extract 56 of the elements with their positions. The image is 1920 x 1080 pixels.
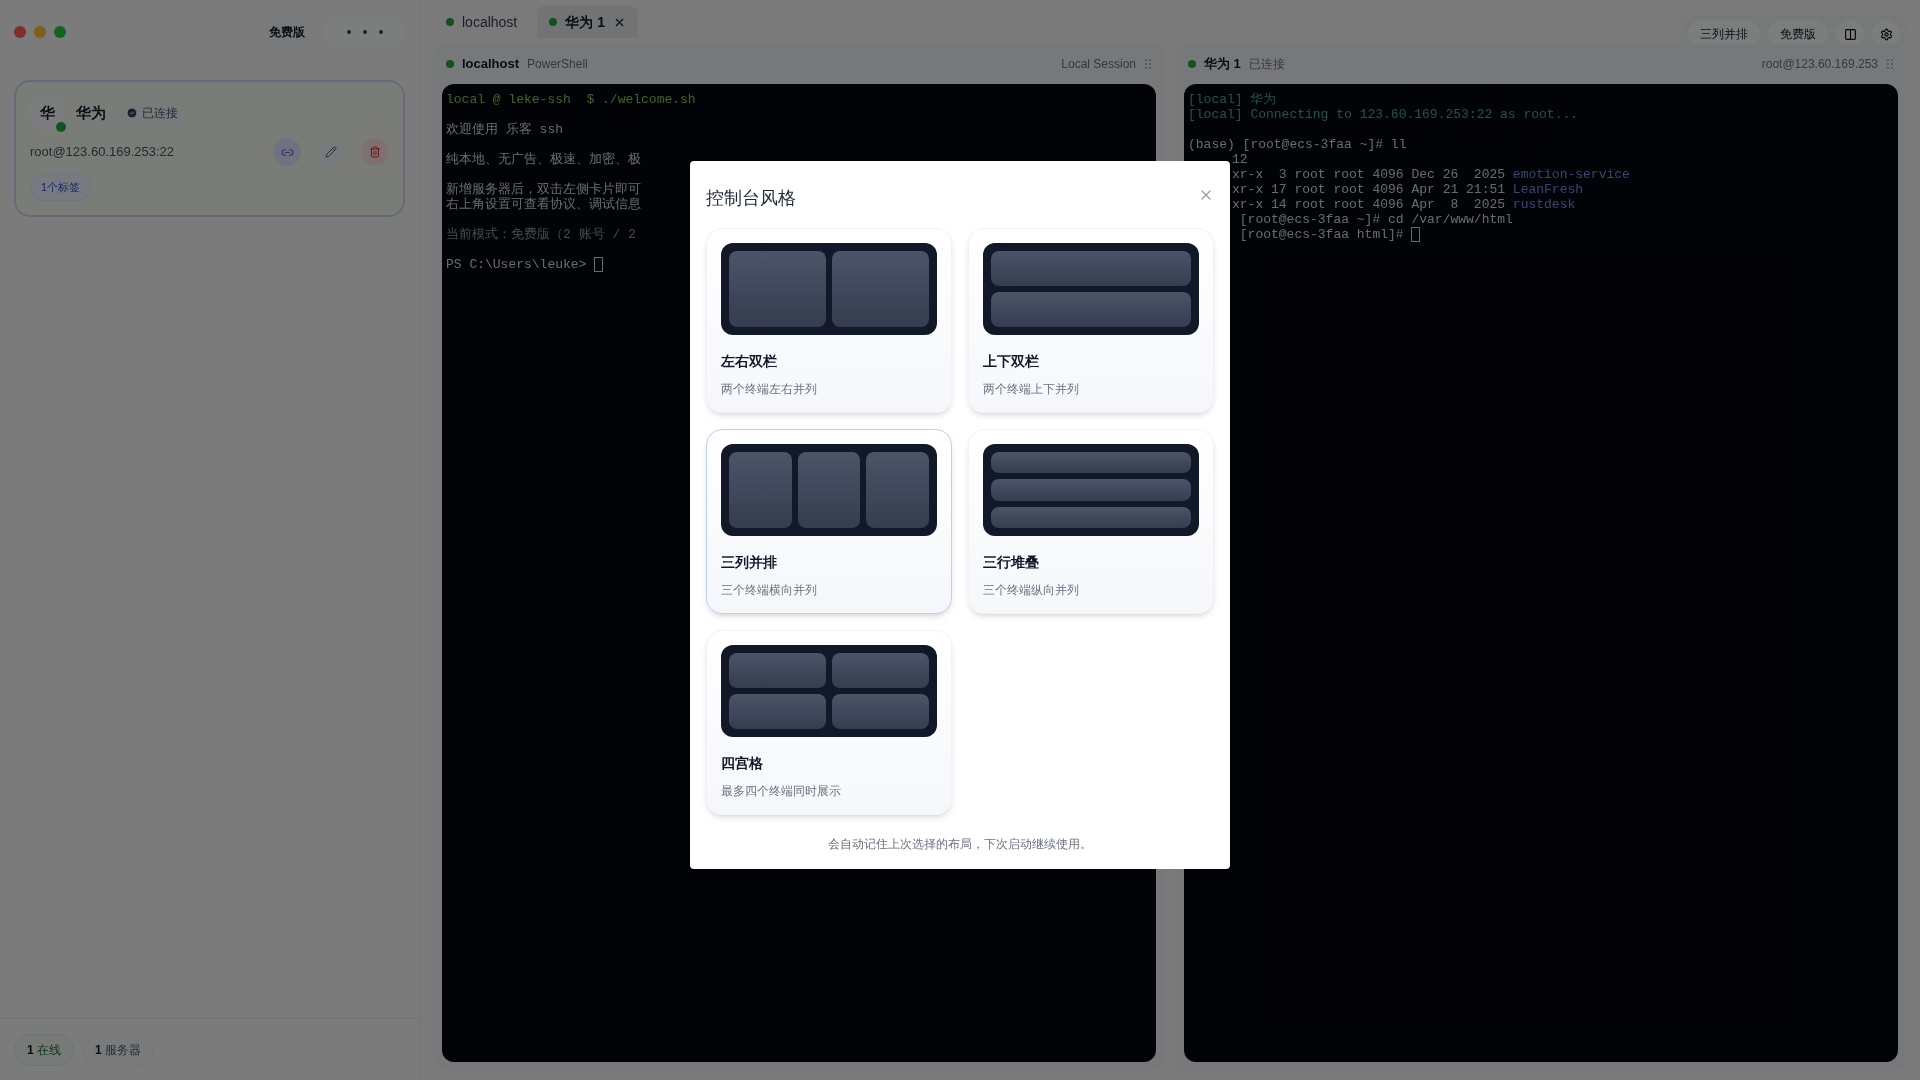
layout-option[interactable]: 三列并排 三个终端横向并列 [706, 429, 952, 614]
terminal-line: 当前模式：免费版（2 账号 / 2 [446, 227, 636, 242]
terminal-line: xr-x 14 root root 4096 Apr 8 2025 [1232, 197, 1507, 212]
tag-count-badge[interactable]: 1个标签 [30, 174, 92, 201]
delete-button[interactable] [361, 138, 389, 166]
server-avatar: 华 [30, 96, 64, 130]
layout-option[interactable]: 三行堆叠 三个终端纵向并列 [968, 429, 1214, 614]
minimize-window-icon[interactable] [34, 26, 46, 38]
pane-session-label: root@123.60.169.253 [1761, 56, 1878, 73]
terminal-line: 欢迎使用 乐客 ssh [446, 122, 563, 137]
connection-status: 已连接 [118, 100, 186, 126]
layout-option[interactable]: 上下双栏 两个终端上下并列 [968, 228, 1214, 413]
terminal-line: [root@ecs-3faa html]# [1238, 227, 1405, 242]
pane-subtitle: 已连接 [1248, 56, 1285, 73]
check-icon [126, 107, 138, 119]
settings-icon [1879, 27, 1893, 41]
dialog-title: 控制台风格 [706, 187, 796, 210]
terminal-line: 新增服务器后，双击左侧卡片即可 [446, 182, 641, 197]
terminal-line: local @ leke-ssh $ ./welcome.sh [446, 92, 696, 107]
terminal-line: xr-x 17 root root 4096 Apr 21 21:51 [1232, 182, 1507, 197]
server-address: root@123.60.169.253:22 [30, 143, 176, 162]
edit-button[interactable] [317, 138, 345, 166]
terminal-line: 纯本地、无广告、极速、加密、极 [446, 152, 641, 167]
server-card[interactable]: 华 华为 已连接 root@123.60.169.253:22 1个标签 [14, 80, 405, 217]
layout-option[interactable]: 四宫格 最多四个终端同时展示 [706, 630, 952, 815]
layout-option[interactable]: 左右双栏 两个终端左右并列 [706, 228, 952, 413]
connect-button[interactable] [273, 138, 301, 166]
tab[interactable]: 华为 1 [537, 6, 638, 38]
stat-pill: 1 在线 [14, 1033, 75, 1066]
pane-title: localhost [462, 55, 520, 74]
terminal-line: PS C:\Users\leuke> [446, 257, 588, 272]
terminal-line: xr-x 3 root root 4096 Dec 26 2025 [1232, 167, 1507, 182]
terminal-line: [local] 华为 [1188, 92, 1277, 107]
server-name: 华为 [76, 102, 106, 123]
pane-session-label: Local Session [1061, 56, 1136, 73]
terminal-line: [root@ecs-3faa ~]# cd /var/www/html [1238, 212, 1513, 227]
terminal-link: emotion-service [1512, 167, 1630, 182]
stat-pill: 1 服务器 [82, 1033, 155, 1066]
pencil-icon [325, 146, 337, 158]
terminal-link: LeanFresh [1512, 182, 1584, 197]
pane-subtitle: PowerShell [527, 56, 588, 73]
drag-handle-icon[interactable] [1886, 58, 1894, 70]
dialog-footnote: 会自动记住上次选择的布局，下次启动继续使用。 [827, 836, 1093, 853]
terminal-line: 12 [1232, 152, 1248, 167]
trash-icon [369, 146, 381, 158]
columns-icon [1843, 27, 1857, 41]
terminal-line: (base) [root@ecs-3faa ~]# ll [1188, 137, 1407, 152]
tab[interactable]: localhost [434, 6, 530, 38]
terminal-line: 右上角设置可查看协议、调试信息 [446, 197, 641, 212]
drag-handle-icon[interactable] [1144, 58, 1152, 70]
maximize-window-icon[interactable] [54, 26, 66, 38]
terminal-screen[interactable] [1184, 84, 1898, 1062]
pane-title: 华为 1 [1204, 55, 1241, 74]
close-window-icon[interactable] [14, 26, 26, 38]
terminal-link: rustdesk [1512, 197, 1576, 212]
terminal-line: [local] Connecting to 123.60.169.253:22 as root... [1188, 107, 1579, 122]
